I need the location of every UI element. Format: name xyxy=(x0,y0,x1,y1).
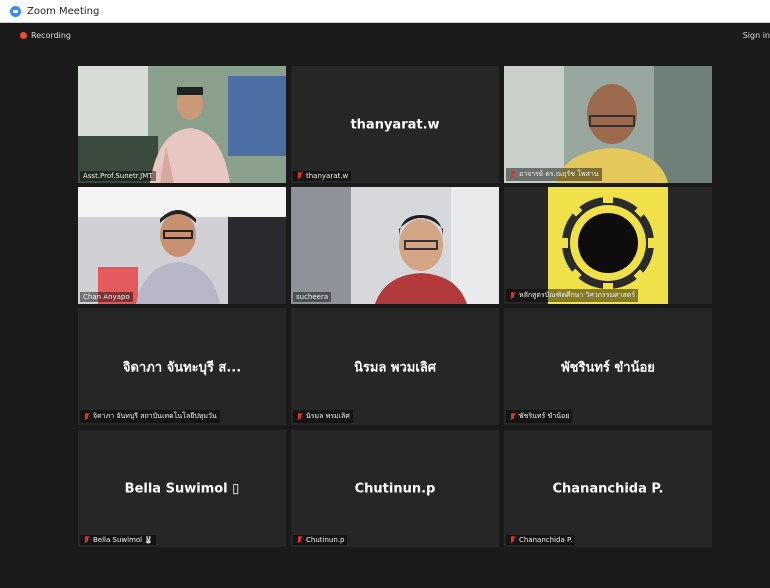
participant-display-name: Chananchida P. xyxy=(552,481,664,496)
recording-label: Recording xyxy=(31,30,72,40)
participant-name-label: sucheera xyxy=(293,292,332,302)
participant-display-name: พัชรินทร์ ขำน้อย xyxy=(561,360,655,375)
muted-mic-icon xyxy=(509,536,516,544)
participant-name-label: Chan Anyapo xyxy=(80,292,133,302)
participant-tile[interactable]: นิรมล พวมเลิศ นิรมล พรมเลิศ xyxy=(291,308,499,425)
participant-tile-active-speaker[interactable]: Chan Anyapo xyxy=(78,187,286,304)
participant-video xyxy=(78,187,286,304)
participant-tile[interactable]: อาจารย์ ดร.ณฤรัช โพสาน xyxy=(504,66,712,183)
title-bar: Zoom Meeting xyxy=(0,0,770,23)
muted-mic-icon xyxy=(296,536,303,544)
muted-mic-icon xyxy=(509,170,516,179)
muted-mic-icon xyxy=(83,536,90,544)
participant-tile[interactable]: Chutinun.p Chutinun.p xyxy=(291,430,499,547)
muted-mic-icon xyxy=(509,291,516,300)
participant-video xyxy=(291,187,499,304)
participant-name-label: Bella Suwimol 🐰 xyxy=(80,535,157,545)
participant-video xyxy=(504,187,712,304)
participant-video xyxy=(78,66,286,183)
sign-in-link[interactable]: Sign in xyxy=(743,31,770,40)
participant-name-label: Chutinun.p xyxy=(293,535,348,545)
muted-mic-icon xyxy=(296,412,303,421)
participant-display-name: Chutinun.p xyxy=(354,481,436,496)
participant-name-label: จิดาภา จันทบุรี สถาบันเทคโนโลยีปทุมวัน xyxy=(80,410,220,423)
participant-name-label: Chananchida P. xyxy=(506,535,576,545)
participant-name-label: Asst.Prof.Sunetr.JMT xyxy=(80,171,156,181)
gallery-grid: Asst.Prof.Sunetr.JMT thanyarat.w thanyar… xyxy=(78,66,713,548)
participant-name-label: พัชรินทร์ ขำน้อย xyxy=(506,410,573,423)
participant-tile[interactable]: Bella Suwimol ▯ Bella Suwimol 🐰 xyxy=(78,430,286,547)
muted-mic-icon xyxy=(509,412,516,421)
participant-display-name: นิรมล พวมเลิศ xyxy=(353,360,437,375)
participant-display-name: Bella Suwimol ▯ xyxy=(124,481,240,496)
participant-tile[interactable]: พัชรินทร์ ขำน้อย พัชรินทร์ ขำน้อย xyxy=(504,308,712,425)
participant-tile[interactable]: sucheera xyxy=(291,187,499,304)
muted-mic-icon xyxy=(83,412,90,421)
participant-tile[interactable]: จิดาภา จันทะบุรี ส... จิดาภา จันทบุรี สถ… xyxy=(78,308,286,425)
recording-icon xyxy=(20,31,27,39)
participant-name-label: อาจารย์ ดร.ณฤรัช โพสาน xyxy=(506,168,602,181)
participant-tile[interactable]: Asst.Prof.Sunetr.JMT xyxy=(78,66,286,183)
window-title: Zoom Meeting xyxy=(27,5,100,17)
participant-tile[interactable]: thanyarat.w thanyarat.w xyxy=(291,66,499,183)
participant-display-name: thanyarat.w xyxy=(350,117,440,132)
recording-bar: Recording Sign in xyxy=(0,23,770,47)
zoom-app-icon xyxy=(10,5,21,17)
muted-mic-icon xyxy=(296,172,303,180)
participant-name-label: thanyarat.w xyxy=(293,171,352,181)
participant-display-name: จิดาภา จันทะบุรี ส... xyxy=(122,360,242,375)
participant-name-label: หลักสูตรบัณฑิตศึกษา วิศวกรรมศาสตร์ xyxy=(506,289,639,302)
participant-video xyxy=(504,66,712,183)
participant-tile[interactable]: หลักสูตรบัณฑิตศึกษา วิศวกรรมศาสตร์ xyxy=(504,187,712,304)
participant-tile[interactable]: Chananchida P. Chananchida P. xyxy=(504,430,712,547)
participant-name-label: นิรมล พรมเลิศ xyxy=(293,410,353,423)
